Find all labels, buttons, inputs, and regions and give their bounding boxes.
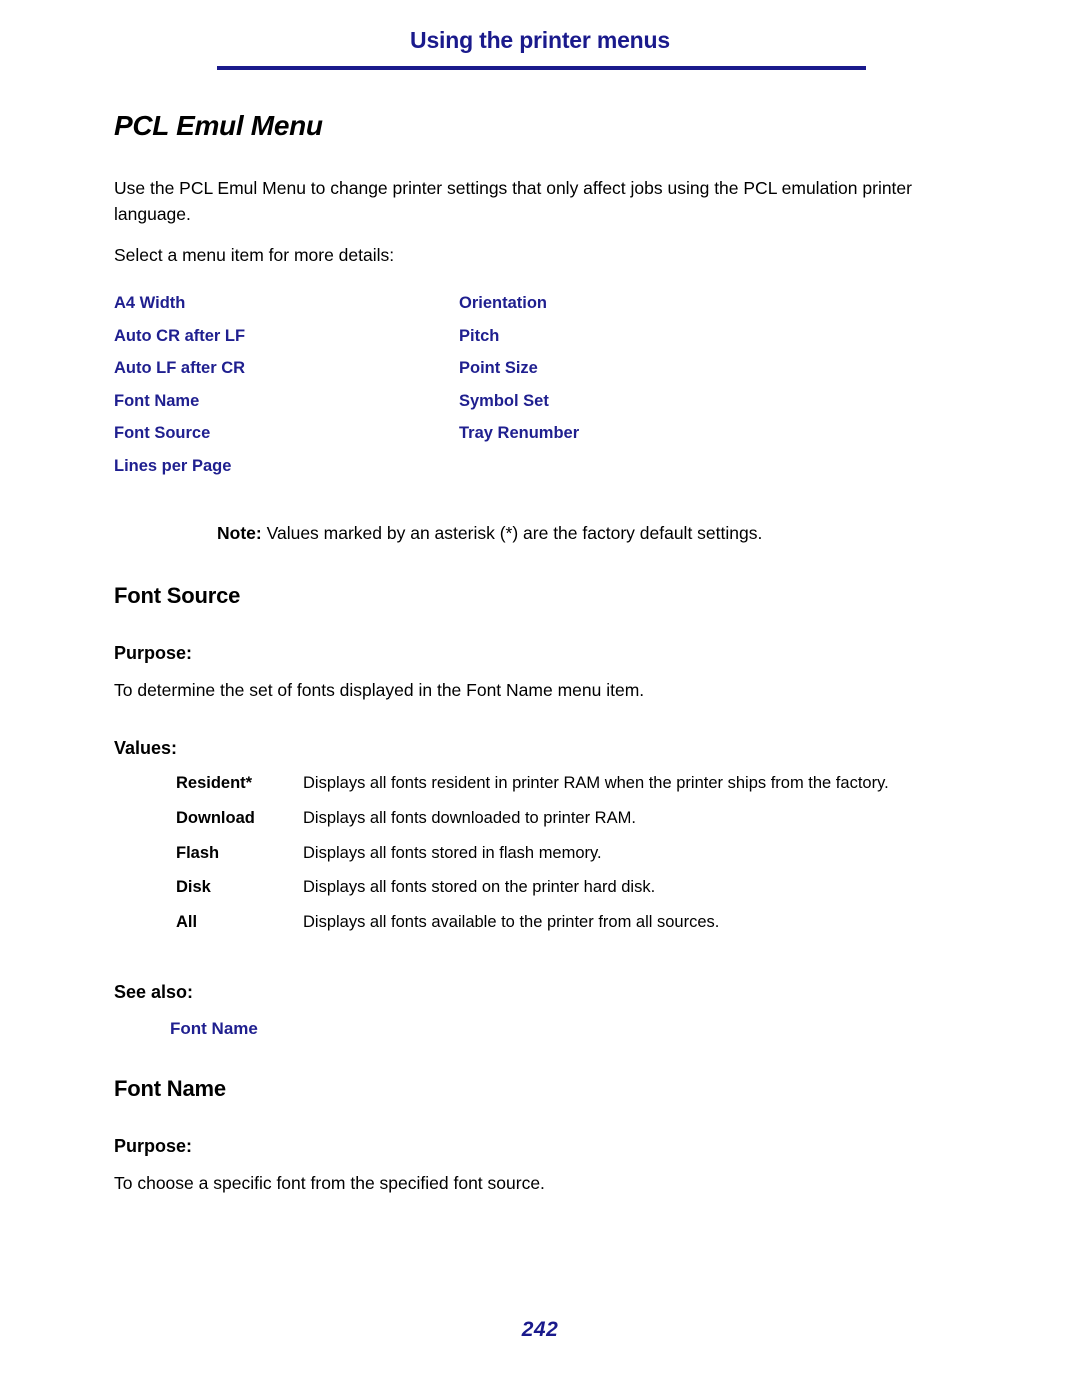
purpose-label-font-name: Purpose:: [114, 1135, 193, 1156]
menu-link-a4-width[interactable]: A4 Width: [114, 295, 245, 312]
menu-link-column-left: A4 Width Auto CR after LF Auto LF after …: [114, 295, 245, 474]
menu-link-tray-renumber[interactable]: Tray Renumber: [459, 425, 579, 442]
menu-link-point-size[interactable]: Point Size: [459, 360, 579, 377]
section-heading-font-source: Font Source: [114, 582, 241, 608]
value-description-all: Displays all fonts available to the prin…: [303, 913, 720, 932]
menu-link-orientation[interactable]: Orientation: [459, 295, 579, 312]
page-content: PCL Emul Menu Use the PCL Emul Menu to c…: [114, 110, 974, 1212]
value-description-download: Displays all fonts downloaded to printer…: [303, 808, 636, 827]
table-row: Download Displays all fonts downloaded t…: [114, 808, 914, 843]
value-name-flash: Flash: [176, 843, 220, 862]
menu-link-symbol-set[interactable]: Symbol Set: [459, 393, 579, 410]
table-row: Disk Displays all fonts stored on the pr…: [114, 877, 914, 912]
document-page: Using the printer menus PCL Emul Menu Us…: [0, 0, 1080, 1397]
menu-link-lines-per-page[interactable]: Lines per Page: [114, 458, 245, 475]
values-label-font-source: Values:: [114, 738, 178, 759]
menu-link-list: A4 Width Auto CR after LF Auto LF after …: [114, 295, 974, 485]
value-description-disk: Displays all fonts stored on the printer…: [303, 878, 656, 897]
note-text: Values marked by an asterisk (*) are the…: [266, 523, 763, 544]
value-description-flash: Displays all fonts stored in flash memor…: [303, 843, 602, 862]
header-divider-rule: [217, 66, 866, 70]
menu-link-pitch[interactable]: Pitch: [459, 328, 579, 345]
value-name-all: All: [176, 913, 198, 932]
see-also-link-font-name[interactable]: Font Name: [170, 1019, 258, 1039]
intro-paragraph: Use the PCL Emul Menu to change printer …: [114, 178, 912, 224]
value-name-download: Download: [176, 808, 255, 827]
page-header: Using the printer menus: [0, 27, 1080, 53]
note-label: Note:: [217, 523, 262, 544]
value-name-disk: Disk: [176, 878, 211, 897]
page-header-title: Using the printer menus: [410, 27, 670, 53]
purpose-text-font-name: To choose a specific font from the speci…: [114, 1172, 545, 1193]
menu-link-column-right: Orientation Pitch Point Size Symbol Set …: [459, 295, 579, 442]
menu-link-auto-lf-after-cr[interactable]: Auto LF after CR: [114, 360, 245, 377]
purpose-label-font-source: Purpose:: [114, 643, 193, 663]
values-table-font-source: Resident* Displays all fonts resident in…: [114, 773, 914, 947]
value-name-resident: Resident*: [176, 773, 253, 792]
purpose-text-font-source: To determine the set of fonts displayed …: [114, 679, 645, 700]
page-title: PCL Emul Menu: [114, 110, 323, 141]
menu-link-auto-cr-after-lf[interactable]: Auto CR after LF: [114, 328, 245, 345]
see-also-label-font-source: See also:: [114, 981, 194, 1002]
menu-link-font-source[interactable]: Font Source: [114, 425, 245, 442]
select-prompt-paragraph: Select a menu item for more details:: [114, 244, 395, 265]
table-row: Resident* Displays all fonts resident in…: [114, 773, 914, 808]
page-number: 242: [521, 1318, 559, 1341]
table-row: Flash Displays all fonts stored in flash…: [114, 843, 914, 878]
section-heading-font-name: Font Name: [114, 1075, 226, 1101]
factory-default-note: Note: Values marked by an asterisk (*) a…: [114, 521, 974, 546]
value-description-resident: Displays all fonts resident in printer R…: [303, 773, 889, 792]
table-row: All Displays all fonts available to the …: [114, 912, 914, 947]
menu-link-font-name[interactable]: Font Name: [114, 393, 245, 410]
